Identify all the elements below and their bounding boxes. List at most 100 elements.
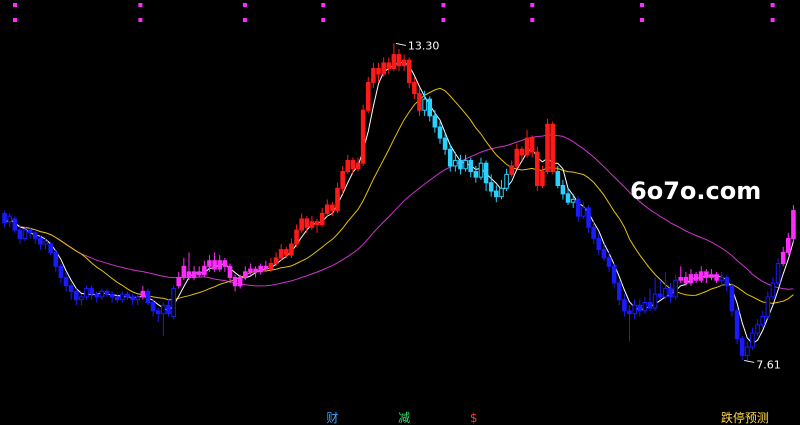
candle-body	[227, 265, 233, 278]
candle-body	[575, 198, 581, 217]
candle-body	[181, 265, 187, 278]
candle-body	[519, 148, 525, 156]
top-dot	[770, 3, 775, 7]
candle-body	[427, 98, 433, 117]
candle	[545, 118, 550, 175]
candlestick-chart: 13.30 7.61 6o7o.com 财 减 $ 跌停预测	[0, 0, 800, 425]
candle-body	[130, 296, 135, 301]
candle-body	[38, 237, 43, 245]
candle-body	[673, 279, 678, 298]
candle-body	[750, 332, 755, 348]
candle	[791, 205, 796, 242]
top-dot	[770, 18, 775, 22]
candle-body	[171, 288, 176, 317]
low-label: 7.61	[756, 358, 781, 371]
candle-body	[412, 81, 417, 95]
candle-body	[68, 285, 74, 292]
candle-body	[765, 296, 771, 317]
candle-body	[355, 162, 361, 170]
candle-body	[289, 243, 294, 256]
candle-body	[616, 282, 622, 301]
bottom-marker: 减	[398, 411, 410, 425]
candle-body	[581, 207, 586, 217]
candle-body	[273, 257, 279, 264]
candle	[12, 216, 18, 233]
candle-body	[627, 310, 632, 315]
candle-body	[371, 68, 376, 83]
candle-body	[294, 229, 299, 245]
candle-body	[335, 187, 340, 212]
candle-body	[545, 123, 550, 173]
top-dot	[530, 18, 535, 22]
candle-body	[739, 338, 745, 356]
candle-body	[734, 310, 740, 340]
candle-body	[27, 229, 33, 234]
candle-body	[760, 315, 765, 326]
candle-body	[237, 276, 243, 287]
top-dot	[441, 3, 446, 7]
candle-body	[529, 137, 535, 153]
candle	[365, 76, 371, 114]
candle-body	[647, 302, 653, 309]
candle-body	[166, 304, 171, 315]
candle-body	[89, 288, 94, 295]
candle-body	[319, 212, 325, 226]
candle-body	[104, 290, 110, 295]
top-dot	[242, 3, 247, 7]
candle-body	[668, 288, 673, 298]
candle-body	[248, 268, 253, 273]
candle-body	[381, 62, 386, 75]
candle-body	[304, 218, 310, 228]
candle-body	[258, 265, 263, 273]
candle-body	[453, 159, 458, 167]
candle-body	[509, 165, 514, 175]
candle-body	[488, 182, 494, 192]
candle-body	[463, 159, 468, 170]
candle-body	[268, 263, 274, 270]
candle-body	[196, 271, 202, 276]
candle-body	[555, 171, 561, 186]
candle-body	[263, 265, 269, 270]
candle-body	[586, 207, 591, 228]
candle-body	[330, 204, 335, 212]
candle-body	[698, 271, 704, 281]
candle-body	[678, 276, 684, 281]
candle-body	[468, 159, 474, 173]
candle-body	[391, 54, 397, 70]
candle-body	[161, 304, 166, 315]
candle-body	[770, 282, 776, 298]
candle-body	[780, 251, 786, 265]
candle-body	[278, 249, 284, 259]
top-dot	[13, 3, 18, 7]
candle-body	[58, 265, 64, 278]
candle-body	[458, 159, 463, 170]
candle-body	[504, 173, 509, 189]
candle-body	[622, 299, 627, 312]
candle-body	[53, 251, 59, 267]
candle-body	[401, 59, 407, 67]
candle-body	[94, 293, 100, 298]
candle-body	[447, 148, 453, 167]
candle-body	[176, 276, 182, 287]
candle-body	[309, 221, 315, 228]
candle-body	[755, 324, 760, 334]
candle-body	[714, 274, 719, 281]
candle-body	[642, 302, 648, 312]
candle-body	[422, 98, 427, 111]
candle-body	[442, 137, 448, 150]
candle-body	[657, 293, 663, 298]
candle-body	[663, 288, 668, 298]
candle-body	[63, 276, 69, 287]
candle-body	[606, 257, 612, 267]
candle-body	[73, 290, 79, 301]
candle-body	[432, 115, 438, 128]
candle-body	[324, 204, 330, 214]
candle-body	[724, 276, 730, 287]
candle	[734, 308, 740, 345]
candle-body	[243, 271, 248, 278]
candle-body	[560, 185, 566, 195]
bottom-marker: $	[470, 411, 478, 425]
candle-body	[84, 288, 89, 298]
candle	[145, 288, 151, 306]
candle-body	[524, 137, 530, 156]
